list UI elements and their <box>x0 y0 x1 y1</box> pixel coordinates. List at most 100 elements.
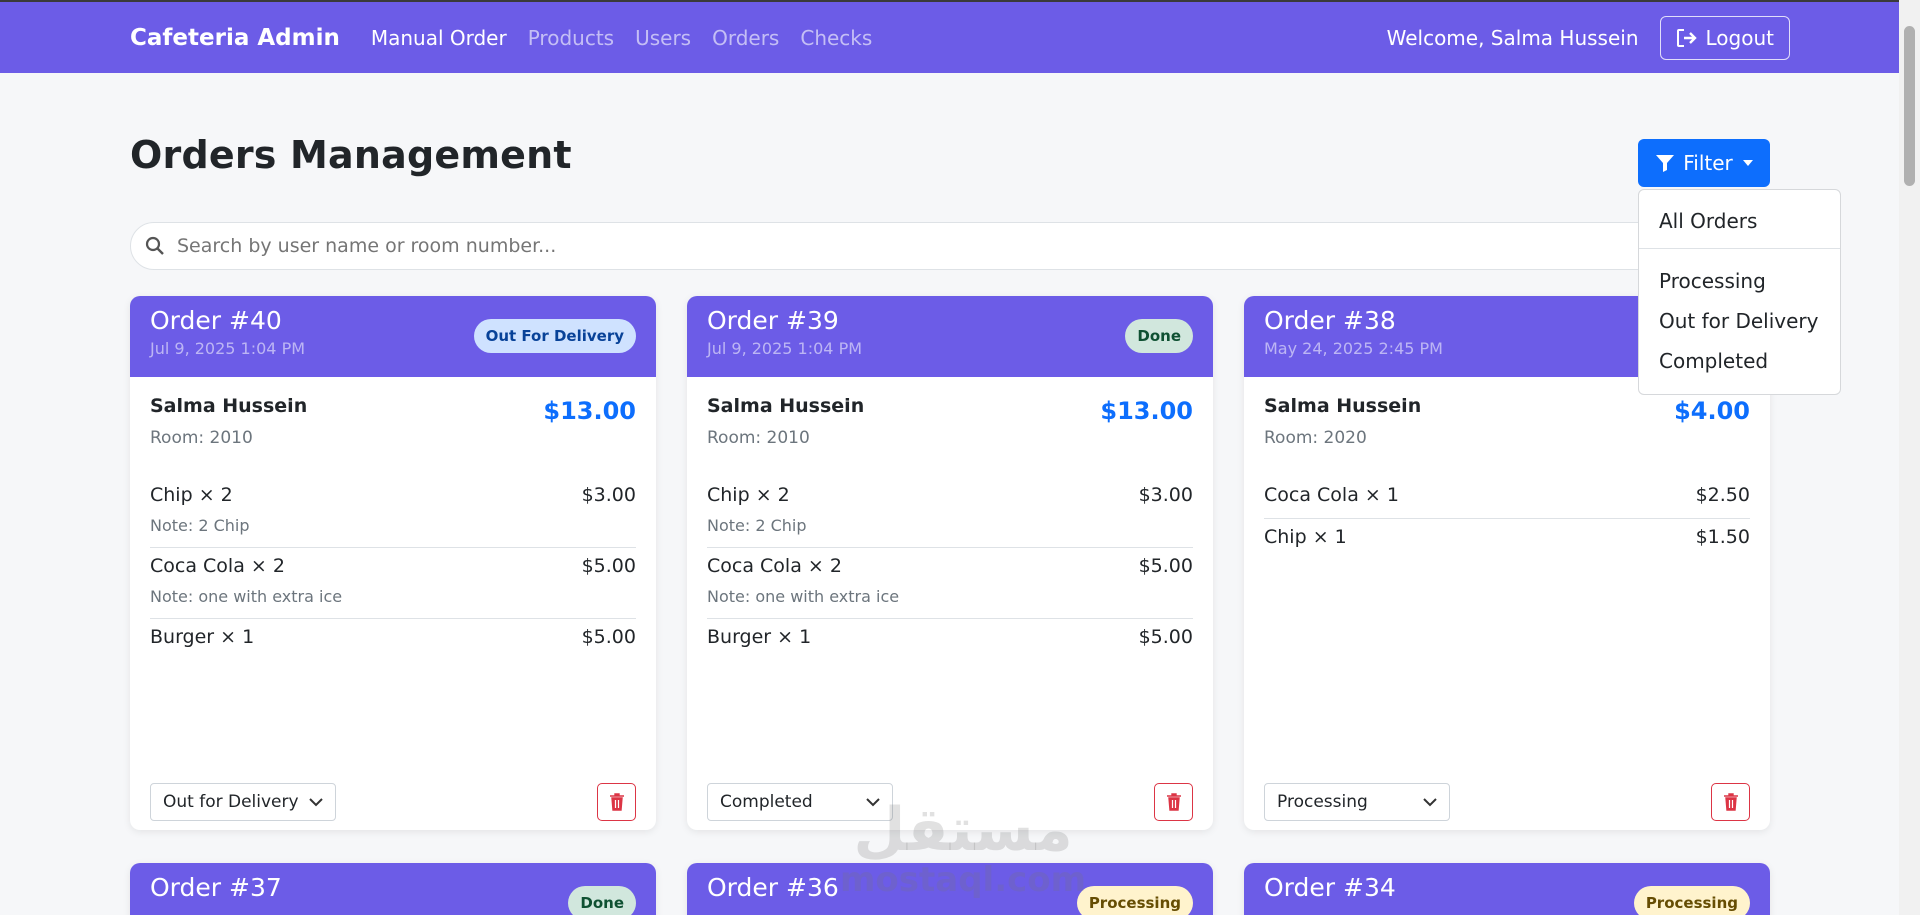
item-price: $5.00 <box>1138 555 1193 577</box>
status-badge: Processing <box>1076 886 1193 915</box>
order-items: Chip × 2 $3.00 Note: 2 Chip Coca Cola × 2… <box>707 477 1193 660</box>
status-badge: Out For Delivery <box>473 319 636 353</box>
status-badge: Done <box>1125 319 1193 353</box>
item-name: Burger × 1 <box>150 626 255 648</box>
item-price: $5.00 <box>581 555 636 577</box>
filter-dropdown-menu: All Orders Processing Out for Delivery C… <box>1638 189 1841 395</box>
item-name: Chip × 2 <box>707 484 790 506</box>
brand-logo[interactable]: Cafeteria Admin <box>130 25 340 51</box>
status-select[interactable]: Processing <box>1264 783 1450 821</box>
order-card-header: Order #39 Jul 9, 2025 1:04 PM Done <box>687 296 1213 377</box>
filter-label: Filter <box>1683 151 1733 175</box>
trash-icon <box>1166 793 1181 811</box>
nav-links: Manual Order Products Users Orders Check… <box>371 26 872 50</box>
filter-option-processing[interactable]: Processing <box>1639 260 1840 300</box>
delete-order-button[interactable] <box>1711 783 1750 821</box>
order-card: Order #37 Done <box>130 863 656 915</box>
search-bar <box>130 222 1770 270</box>
filter-option-completed[interactable]: Completed <box>1639 340 1840 380</box>
order-card-footer: Processing <box>1264 783 1750 821</box>
item-name: Chip × 1 <box>1264 526 1347 548</box>
navbar: Cafeteria Admin Manual Order Products Us… <box>0 0 1920 73</box>
order-id: Order #39 <box>707 306 839 335</box>
order-item: Coca Cola × 2 $5.00 Note: one with extra … <box>707 548 1193 619</box>
item-price: $3.00 <box>581 484 636 506</box>
status-select-value: Out for Delivery <box>163 792 299 812</box>
item-name: Burger × 1 <box>707 626 812 648</box>
item-price: $1.50 <box>1695 526 1750 548</box>
order-items: Chip × 2 $3.00 Note: 2 Chip Coca Cola × 2… <box>150 477 636 660</box>
item-name: Coca Cola × 2 <box>150 555 285 577</box>
filter-option-all[interactable]: All Orders <box>1639 200 1840 240</box>
welcome-text: Welcome, Salma Hussein <box>1386 25 1639 50</box>
room-number: Room: 2020 <box>1264 428 1367 448</box>
order-item: Chip × 2 $3.00 Note: 2 Chip <box>150 477 636 548</box>
order-total: $4.00 <box>1674 397 1750 425</box>
order-card-header: Order #34 Processing <box>1244 863 1770 915</box>
item-price: $3.00 <box>1138 484 1193 506</box>
page-scrollbar[interactable] <box>1899 0 1920 915</box>
order-item: Burger × 1 $5.00 <box>150 619 636 660</box>
room-number: Room: 2010 <box>707 428 810 448</box>
trash-icon <box>609 793 624 811</box>
order-card-body: Salma Hussein Room: 2010 $13.00 Chip × 2… <box>687 377 1213 830</box>
search-input[interactable] <box>177 235 1677 257</box>
order-item: Chip × 1 $1.50 <box>1264 519 1750 560</box>
filter-button[interactable]: Filter <box>1638 139 1770 187</box>
order-card-header: Order #40 Jul 9, 2025 1:04 PM Out For De… <box>130 296 656 377</box>
status-select-value: Processing <box>1277 792 1368 812</box>
item-note: Note: 2 Chip <box>707 516 807 535</box>
item-price: $2.50 <box>1695 484 1750 506</box>
status-badge: Done <box>568 886 636 915</box>
nav-right: Welcome, Salma Hussein Logout <box>1386 15 1790 60</box>
item-price: $5.00 <box>1138 626 1193 648</box>
item-price: $5.00 <box>581 626 636 648</box>
order-item: Chip × 2 $3.00 Note: 2 Chip <box>707 477 1193 548</box>
filter-option-out-for-delivery[interactable]: Out for Delivery <box>1639 300 1840 340</box>
item-name: Chip × 2 <box>150 484 233 506</box>
order-item: Coca Cola × 2 $5.00 Note: one with extra … <box>150 548 636 619</box>
order-item: Burger × 1 $5.00 <box>707 619 1193 660</box>
nav-link-manual-order[interactable]: Manual Order <box>371 26 507 50</box>
search-icon <box>145 236 164 255</box>
order-card-body: Salma Hussein Room: 2020 $4.00 Coca Cola… <box>1244 377 1770 830</box>
chevron-down-icon <box>309 798 323 807</box>
order-card: Order #39 Jul 9, 2025 1:04 PM Done Salma… <box>687 296 1213 830</box>
logout-label: Logout <box>1705 25 1774 50</box>
order-card-body: Salma Hussein Room: 2010 $13.00 Chip × 2… <box>130 377 656 830</box>
status-badge: Processing <box>1633 886 1750 915</box>
item-name: Coca Cola × 2 <box>707 555 842 577</box>
order-card: Order #34 Processing <box>1244 863 1770 915</box>
status-select[interactable]: Out for Delivery <box>150 783 336 821</box>
item-note: Note: 2 Chip <box>150 516 250 535</box>
item-name: Coca Cola × 1 <box>1264 484 1399 506</box>
room-number: Room: 2010 <box>150 428 253 448</box>
filter-icon <box>1656 155 1675 172</box>
trash-icon <box>1723 793 1738 811</box>
order-total: $13.00 <box>1100 397 1193 425</box>
logout-icon <box>1676 28 1697 47</box>
order-card-footer: Completed <box>707 783 1193 821</box>
chevron-down-icon <box>1742 160 1753 166</box>
item-note: Note: one with extra ice <box>150 587 343 606</box>
status-select-value: Completed <box>720 792 813 812</box>
order-total: $13.00 <box>543 397 636 425</box>
item-note: Note: one with extra ice <box>707 587 900 606</box>
nav-link-products[interactable]: Products <box>528 26 614 50</box>
order-date: Jul 9, 2025 1:04 PM <box>707 339 863 358</box>
order-card: Order #36 Processing <box>687 863 1213 915</box>
page-title: Orders Management <box>130 133 572 177</box>
order-card-header: Order #37 Done <box>130 863 656 915</box>
nav-link-orders[interactable]: Orders <box>712 26 779 50</box>
order-card-footer: Out for Delivery <box>150 783 636 821</box>
order-items: Coca Cola × 1 $2.50 Chip × 1 $1.50 <box>1264 477 1750 560</box>
status-select[interactable]: Completed <box>707 783 893 821</box>
scrollbar-thumb[interactable] <box>1904 26 1915 186</box>
logout-button[interactable]: Logout <box>1659 15 1790 60</box>
nav-link-users[interactable]: Users <box>635 26 691 50</box>
delete-order-button[interactable] <box>597 783 636 821</box>
order-id: Order #37 <box>150 873 282 902</box>
nav-link-checks[interactable]: Checks <box>800 26 872 50</box>
delete-order-button[interactable] <box>1154 783 1193 821</box>
chevron-down-icon <box>1423 798 1437 807</box>
